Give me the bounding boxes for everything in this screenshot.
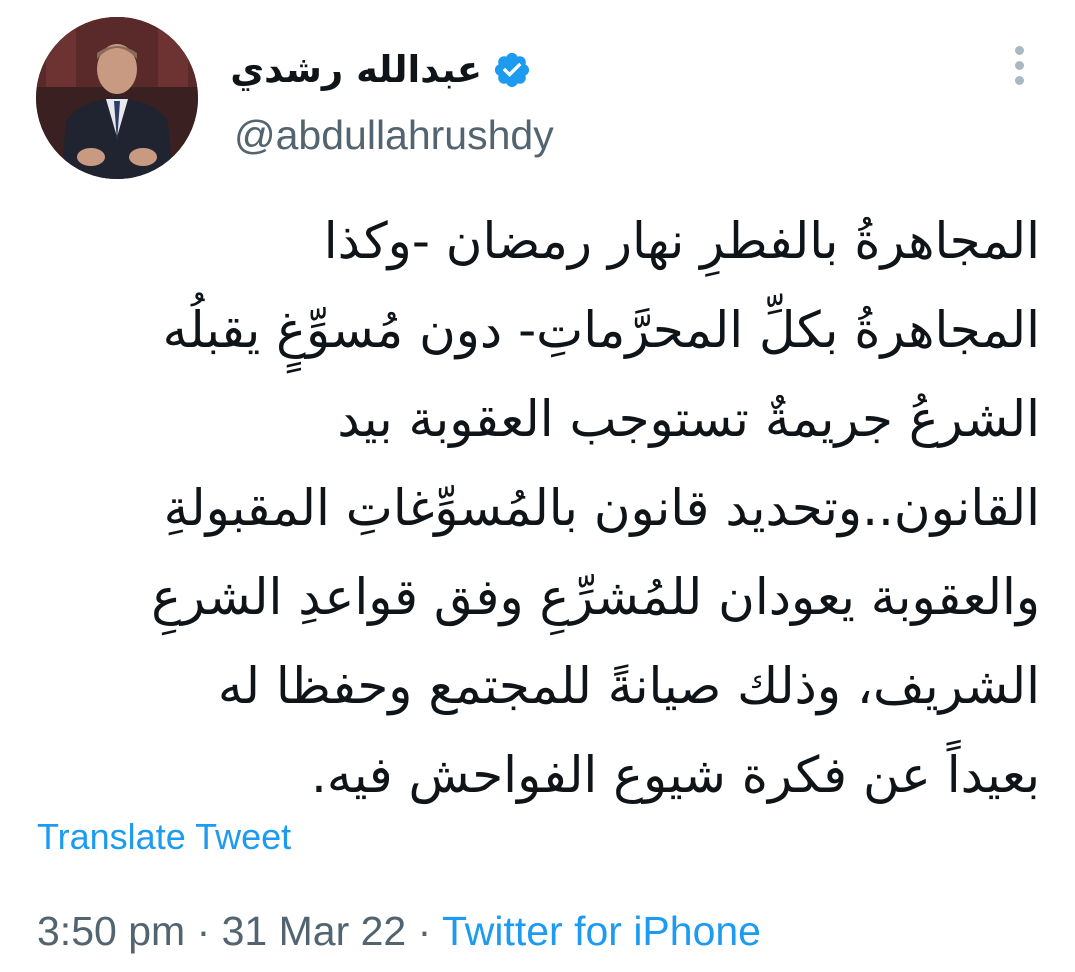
avatar-image xyxy=(36,17,198,179)
tweet-time[interactable]: 3:50 pm xyxy=(37,908,185,954)
tweet-text: المجاهرةُ بالفطرِ نهار رمضان -وكذا المجا… xyxy=(35,197,1040,820)
avatar[interactable] xyxy=(36,17,198,179)
meta-separator: · xyxy=(196,908,211,954)
user-handle[interactable]: @abdullahrushdy xyxy=(234,108,554,162)
translate-tweet-link[interactable]: Translate Tweet xyxy=(37,812,291,862)
display-name-row[interactable]: عبدالله رشدي xyxy=(230,40,532,100)
tweet-text-line: الشرعُ جريمةٌ تستوجب العقوبة بيد xyxy=(337,390,1040,448)
tweet-text-line: القانون..وتحديد قانون بالمُسوِّغاتِ المق… xyxy=(163,479,1040,537)
tweet-text-line: بعيداً عن فكرة شيوع الفواحش فيه. xyxy=(310,746,1040,804)
display-name[interactable]: عبدالله رشدي xyxy=(230,40,482,100)
more-vertical-icon[interactable] xyxy=(1004,42,1036,90)
tweet-meta: 3:50 pm · 31 Mar 22 · Twitter for iPhone xyxy=(37,904,761,958)
tweet-text-line: والعقوبة يعودان للمُشرِّعِ وفق قواعدِ ال… xyxy=(151,568,1040,626)
tweet: عبدالله رشدي @abdullahrushdy المجاهرةُ ب… xyxy=(0,0,1075,972)
tweet-header: عبدالله رشدي @abdullahrushdy xyxy=(230,36,992,166)
tweet-text-line: المجاهرةُ بالفطرِ نهار رمضان -وكذا xyxy=(323,212,1040,270)
tweet-text-line: الشريف، وذلك صيانةً للمجتمع وحفظا له xyxy=(217,657,1040,715)
tweet-text-line: المجاهرةُ بكلِّ المحرَّماتِ- دون مُسوِّغ… xyxy=(162,301,1040,359)
verified-badge-icon xyxy=(492,50,532,90)
meta-separator: · xyxy=(417,908,432,954)
tweet-date[interactable]: 31 Mar 22 xyxy=(222,908,407,954)
tweet-source-link[interactable]: Twitter for iPhone xyxy=(442,908,761,954)
